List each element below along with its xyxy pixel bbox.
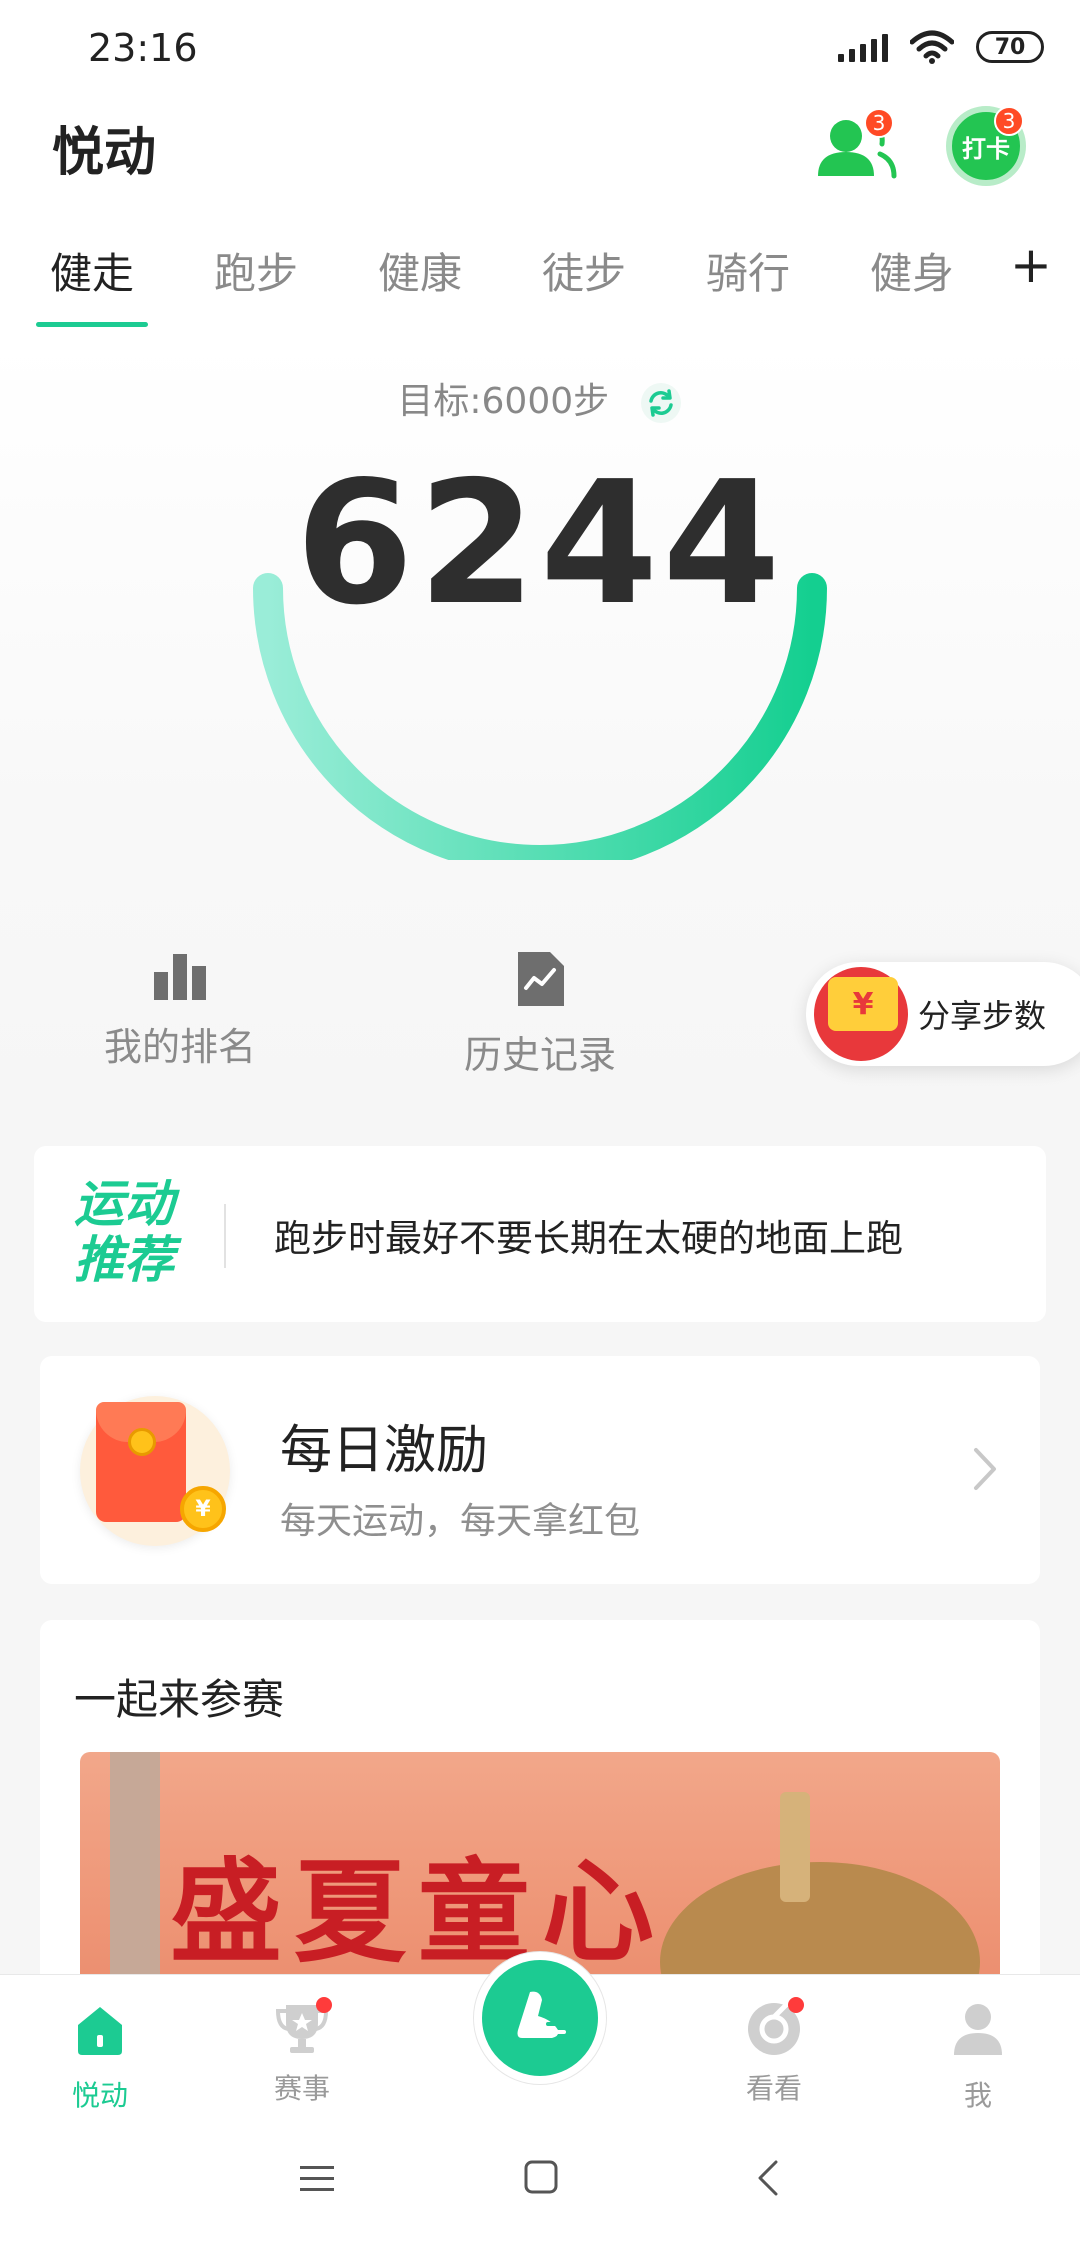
progress-ring-arc — [253, 573, 827, 860]
checkin-badge: 3 — [994, 106, 1024, 136]
daily-reward-card[interactable]: ¥ 每日激励 每天运动，每天拿红包 — [40, 1356, 1040, 1584]
banner-top-illustration — [780, 1792, 810, 1902]
goal-text: 目标:6000步 — [397, 381, 610, 422]
nav-events[interactable]: 赛事 — [242, 1997, 362, 2107]
share-steps-button[interactable]: ¥ 分享步数 — [806, 962, 1080, 1066]
chevron-right-icon — [974, 1448, 996, 1490]
nav-discover-label: 看看 — [745, 2072, 802, 2105]
bar-chart-icon — [154, 954, 206, 1000]
tab-fitness[interactable]: 健身 — [870, 240, 954, 301]
tab-hike[interactable]: 徒步 — [542, 240, 626, 301]
red-envelope-icon: ¥ — [814, 967, 908, 1061]
tab-health[interactable]: 健康 — [378, 240, 462, 301]
nav-me[interactable]: 我 — [918, 2001, 1038, 2114]
nav-me-label: 我 — [963, 2079, 992, 2112]
daily-reward-subtitle: 每天运动，每天拿红包 — [280, 1501, 641, 1542]
coin-icon: ¥ — [180, 1486, 226, 1532]
signal-icon — [838, 32, 888, 62]
add-tab-button[interactable]: + — [1010, 240, 1052, 290]
home-square-icon[interactable] — [524, 2160, 558, 2194]
history-chart-icon — [518, 952, 564, 1006]
nav-events-label: 赛事 — [273, 2072, 330, 2105]
nav-home[interactable]: 悦动 — [40, 2001, 160, 2114]
sport-tabs: 健走 跑步 健康 徒步 骑行 健身 — [0, 240, 1080, 330]
person-icon — [954, 2004, 1002, 2055]
menu-icon[interactable] — [300, 2164, 334, 2194]
active-tab-indicator — [36, 322, 148, 327]
friends-badge: 3 — [864, 108, 894, 138]
my-ranking-button[interactable]: 我的排名 — [80, 950, 280, 1071]
nav-discover[interactable]: 看看 — [714, 1997, 834, 2107]
history-label: 历史记录 — [463, 1033, 616, 1077]
friends-button[interactable]: 3 — [812, 108, 902, 190]
my-ranking-label: 我的排名 — [103, 1025, 256, 1069]
refresh-icon[interactable] — [639, 381, 683, 425]
discover-icon — [746, 1997, 804, 2057]
tab-walk[interactable]: 健走 — [50, 240, 134, 301]
tab-cycle[interactable]: 骑行 — [706, 240, 790, 301]
events-notification-dot — [316, 1997, 332, 2013]
tab-run[interactable]: 跑步 — [214, 240, 298, 301]
daily-reward-title: 每日激励 — [280, 1421, 489, 1481]
app-title: 悦动 — [52, 123, 157, 183]
exercise-tip-card[interactable]: 运动 推荐 跑步时最好不要长期在太硬的地面上跑 — [34, 1146, 1046, 1322]
share-yuan-symbol: ¥ — [828, 977, 898, 1031]
banner-title: 盛夏童心 — [170, 1847, 666, 1978]
red-envelope-icon — [96, 1402, 186, 1522]
tip-logo-line2: 推荐 — [74, 1231, 174, 1289]
share-steps-label: 分享步数 — [918, 997, 1047, 1035]
progress-ring — [253, 573, 827, 860]
tip-text: 跑步时最好不要长期在太硬的地面上跑 — [274, 1217, 903, 1260]
goal-row: 目标:6000步 — [0, 372, 1080, 425]
system-navigation-bar — [0, 2112, 1080, 2244]
tip-logo: 运动 推荐 — [74, 1176, 174, 1288]
competition-title: 一起来参赛 — [74, 1675, 285, 1724]
tip-logo-line1: 运动 — [74, 1175, 174, 1233]
discover-notification-dot — [788, 1997, 804, 2013]
history-button[interactable]: 历史记录 — [440, 950, 640, 1079]
back-icon[interactable] — [756, 2160, 780, 2196]
trophy-icon — [274, 1997, 332, 2057]
nav-home-label: 悦动 — [71, 2079, 128, 2112]
run-shoe-icon — [517, 1991, 566, 2038]
battery-icon: 70 — [976, 31, 1044, 63]
wifi-icon — [910, 30, 954, 64]
divider — [224, 1204, 226, 1268]
home-icon — [78, 2007, 122, 2055]
start-workout-button[interactable] — [474, 1952, 606, 2084]
status-icons: 70 — [838, 30, 1044, 64]
status-time: 23:16 — [88, 26, 198, 70]
